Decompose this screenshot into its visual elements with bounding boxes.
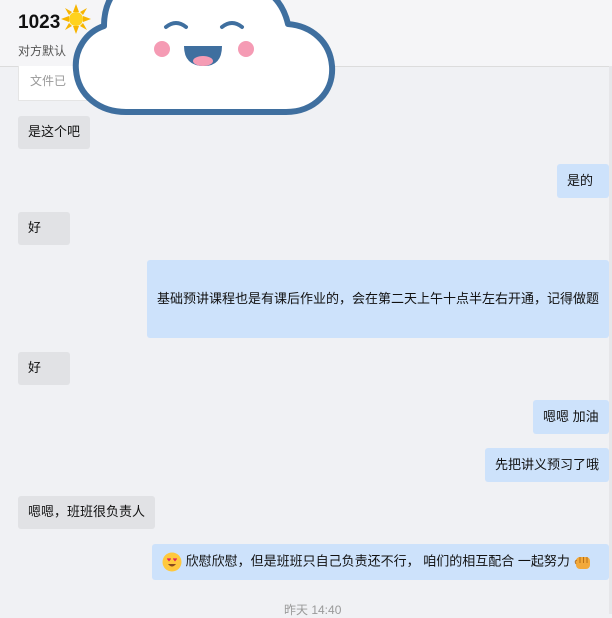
message-text: 先把讲义预习了哦	[495, 457, 600, 472]
message-bubble-outgoing[interactable]: 先把讲义预习了哦	[485, 448, 609, 482]
raised-fist-emoji-icon	[575, 557, 591, 569]
message-bubble-outgoing[interactable]: 是的	[557, 164, 609, 198]
cloud-sticker	[72, 0, 336, 115]
message-bubble-outgoing[interactable]: 嗯嗯 加油	[533, 400, 609, 434]
message-text: 是的	[567, 173, 594, 188]
file-message-label: 文件已	[30, 74, 67, 88]
message-text: 好	[28, 220, 42, 235]
message-bubble-incoming[interactable]: 好	[18, 212, 70, 245]
message-text: 是这个吧	[28, 124, 81, 139]
message-bubble-outgoing[interactable]: 欣慰欣慰，但是班班只自己负责还不行， 咱们的相互配合 一起努力	[152, 544, 609, 580]
smiling-heart-eyes-emoji-icon	[162, 552, 182, 572]
message-bubble-incoming[interactable]: 好	[18, 352, 70, 385]
message-bubble-incoming[interactable]: 嗯嗯，班班很负责人	[18, 496, 155, 529]
message-text: 嗯嗯 加油	[543, 409, 599, 424]
chat-subtitle: 对方默认	[18, 44, 67, 58]
message-text: 基础预讲课程也是有课后作业的，会在第二天上午十点半左右开通，记得做题	[157, 291, 600, 306]
message-bubble-outgoing[interactable]: 基础预讲课程也是有课后作业的，会在第二天上午十点半左右开通，记得做题	[147, 260, 609, 338]
message-text: 欣慰欣慰，但是班班只自己负责还不行， 咱们的相互配合 一起努力	[185, 553, 570, 569]
message-text: 好	[28, 360, 42, 375]
message-bubble-incoming[interactable]: 是这个吧	[18, 116, 90, 149]
message-timestamp: 昨天 14:40	[284, 603, 342, 617]
chat-title[interactable]: 1023	[18, 12, 60, 34]
message-text: 嗯嗯，班班很负责人	[28, 504, 146, 519]
